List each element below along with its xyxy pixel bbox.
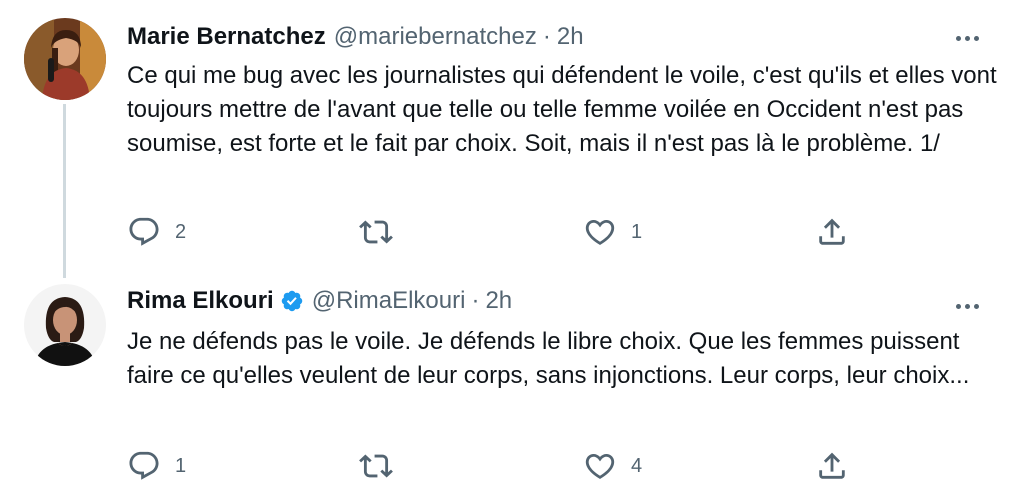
- timestamp[interactable]: 2h: [557, 23, 584, 51]
- avatar[interactable]: [24, 18, 106, 100]
- reply-icon: [129, 217, 159, 246]
- retweet-icon: [359, 220, 393, 244]
- reply-button[interactable]: 2: [127, 212, 186, 252]
- tweet-header: Marie Bernatchez @mariebernatchez · 2h: [127, 22, 584, 52]
- author-handle[interactable]: @RimaElkouri: [312, 287, 466, 315]
- heart-icon: [585, 219, 615, 245]
- like-button[interactable]: 4: [583, 446, 642, 486]
- share-button[interactable]: [815, 212, 849, 252]
- avatar[interactable]: [24, 284, 106, 366]
- tweet-text: Je ne défends pas le voile. Je défends l…: [127, 328, 970, 389]
- reply-icon: [129, 451, 159, 480]
- tweet-actions: 1 4: [127, 446, 867, 486]
- author-name[interactable]: Rima Elkouri: [127, 287, 274, 315]
- share-icon: [819, 452, 845, 479]
- retweet-icon: [359, 454, 393, 478]
- author-name[interactable]: Marie Bernatchez: [127, 23, 326, 51]
- tweet[interactable]: Rima Elkouri @RimaElkouri · 2h Je ne déf…: [0, 262, 1012, 500]
- tweet-header: Rima Elkouri @RimaElkouri · 2h: [127, 286, 512, 316]
- author-handle[interactable]: @mariebernatchez: [334, 23, 537, 51]
- more-icon[interactable]: [950, 292, 984, 320]
- like-count: 4: [631, 454, 643, 477]
- retweet-button[interactable]: [359, 446, 407, 486]
- retweet-button[interactable]: [359, 212, 407, 252]
- share-button[interactable]: [815, 446, 849, 486]
- separator-dot: ·: [542, 23, 551, 50]
- heart-icon: [585, 453, 615, 479]
- timestamp[interactable]: 2h: [485, 287, 512, 315]
- share-icon: [819, 218, 845, 245]
- reply-count: 1: [175, 454, 187, 477]
- separator-dot: ·: [471, 287, 480, 314]
- tweet[interactable]: Marie Bernatchez @mariebernatchez · 2h C…: [0, 0, 1012, 262]
- verified-badge-icon: [281, 290, 302, 312]
- tweet-actions: 2 1: [127, 212, 867, 252]
- tweet-text: Ce qui me bug avec les journalistes qui …: [127, 62, 997, 157]
- reply-button[interactable]: 1: [127, 446, 186, 486]
- like-button[interactable]: 1: [583, 212, 642, 252]
- like-count: 1: [631, 220, 643, 243]
- reply-count: 2: [175, 220, 187, 243]
- more-icon[interactable]: [950, 24, 984, 52]
